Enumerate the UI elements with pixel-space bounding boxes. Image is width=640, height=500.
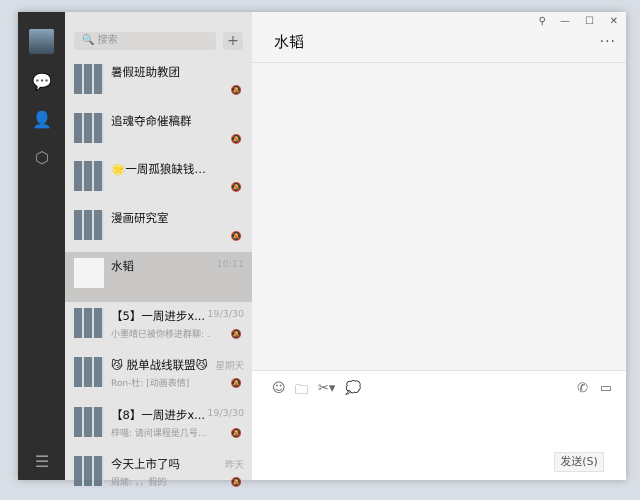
conversation-name: 今天上市了吗 (111, 457, 180, 471)
list-item[interactable]: 🌟一周孤狼缺钱大队🌟 🔕 (65, 155, 252, 204)
list-item[interactable]: 水韬 10:11 (65, 252, 252, 302)
list-item[interactable]: 暑假班助教团 🔕 (65, 58, 252, 107)
chat-icon[interactable]: 💬 (31, 72, 53, 92)
folder-icon[interactable]: 🗀 (295, 381, 308, 403)
nav-bar: 💬 👤 ⬡ ☰ (18, 12, 65, 480)
pin-icon[interactable]: ⚲ (539, 16, 546, 27)
chat-history-icon[interactable]: 💭 (345, 381, 361, 396)
maximize-icon[interactable]: ☐ (585, 16, 594, 27)
mute-icon: 🔕 (230, 379, 242, 389)
conversation-preview: 周瑜: ，，假的 (111, 478, 167, 488)
avatar[interactable] (29, 29, 54, 54)
mute-icon: 🔕 (230, 134, 242, 145)
mute-icon: 🔕 (230, 231, 242, 242)
more-icon[interactable]: ··· (600, 34, 616, 50)
conversation-avatar (74, 209, 104, 240)
conversation-name: 暑假班助教团 (111, 65, 180, 79)
conversation-name: 😼 脱单战线联盟😼 (111, 358, 208, 372)
list-item[interactable]: 漫画研究室 🔕 (65, 204, 252, 253)
list-item[interactable]: 【5】一周进步x... 19/3/30 小墨晴已被你移进群聊: ... 🔕 (65, 302, 252, 352)
conversation-avatar (74, 258, 104, 288)
mute-icon: 🔕 (230, 86, 242, 96)
list-item[interactable]: 今天上市了吗 昨天 周瑜: ，，假的 🔕 (65, 450, 252, 500)
mute-icon: 🔕 (230, 183, 242, 193)
minimize-icon[interactable]: — (560, 16, 570, 27)
conversation-name: 漫画研究室 (111, 210, 169, 225)
conversation-avatar (74, 307, 104, 338)
conversation-avatar (74, 357, 104, 387)
list-item[interactable]: 【8】一周进步x... 19/3/30 梓喵: 请问课程是几号... 🔕 (65, 401, 252, 451)
chat-panel: ⚲ — ☐ ✕ 水韬 ··· ☺ 🗀 ✂▾ 💭 ✆ ▭ 发送(S) (252, 12, 626, 480)
list-item[interactable]: 😼 脱单战线联盟😼 星期天 Ron-杜: [动画表情] 🔕 (65, 351, 252, 401)
message-input[interactable]: ☺ 🗀 ✂▾ 💭 ✆ ▭ 发送(S) (252, 370, 626, 480)
conversation-name: 追魂夺命催稿群 (111, 113, 192, 128)
mute-icon: 🔕 (230, 428, 242, 439)
conversation-name: 【5】一周进步x... (111, 308, 206, 323)
conversation-preview: Ron-杜: [动画表情] (111, 379, 190, 389)
wechat-window: 💬 👤 ⬡ ☰ 🔍 搜索 + 暑假班助教团 🔕 追魂夺命催稿群 🔕 🌟一周孤狼缺… (18, 12, 626, 488)
video-icon[interactable]: ▭ (600, 381, 612, 396)
conversation-time: 星期天 (215, 361, 244, 372)
search-placeholder: 搜索 (97, 35, 118, 46)
send-button[interactable]: 发送(S) (554, 452, 604, 472)
conversation-name: 🌟一周孤狼缺钱大队🌟 (111, 162, 211, 176)
conversation-preview: 小墨晴已被你移进群聊: ... (111, 329, 211, 340)
conversation-name: 水韬 (111, 259, 134, 273)
close-icon[interactable]: ✕ (610, 16, 618, 27)
menu-icon[interactable]: ☰ (31, 452, 53, 472)
conversation-avatar (74, 64, 104, 94)
conversation-preview: 梓喵: 请问课程是几号... (111, 428, 207, 439)
search-input[interactable]: 🔍 搜索 (74, 32, 216, 50)
emoji-icon[interactable]: ☺ (272, 381, 286, 396)
screenshot-icon[interactable]: ✂▾ (318, 381, 335, 396)
phone-icon[interactable]: ✆ (577, 381, 588, 396)
add-button[interactable]: + (223, 32, 243, 50)
conversation-time: 昨天 (224, 460, 244, 471)
mute-icon: 🔕 (230, 478, 242, 488)
conversation-avatar (74, 406, 104, 437)
contacts-icon[interactable]: 👤 (31, 110, 53, 130)
favorites-icon[interactable]: ⬡ (31, 148, 53, 168)
mute-icon: 🔕 (230, 329, 242, 340)
conversation-avatar (74, 456, 104, 486)
list-item[interactable]: 追魂夺命催稿群 🔕 (65, 107, 252, 156)
conversation-time: 19/3/30 (207, 407, 244, 419)
divider (252, 62, 626, 63)
conversation-name: 【8】一周进步x... (111, 407, 206, 422)
conversation-time: 10:11 (216, 259, 244, 270)
conversation-time: 19/3/30 (207, 308, 244, 320)
conversation-avatar (74, 161, 104, 191)
conversation-list: 🔍 搜索 + 暑假班助教团 🔕 追魂夺命催稿群 🔕 🌟一周孤狼缺钱大队🌟 🔕 漫… (65, 12, 252, 488)
conversation-avatar (74, 112, 104, 143)
chat-title: 水韬 (274, 33, 305, 51)
